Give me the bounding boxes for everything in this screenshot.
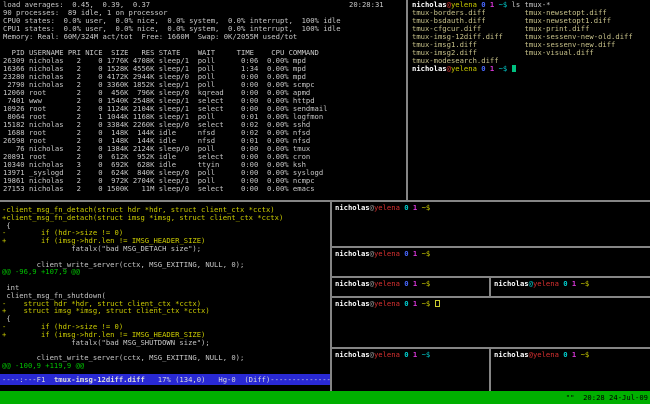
pane-shell-ls[interactable]: nicholas@yelena 0 1 ~$ ls tmux-* tmux-bo… bbox=[409, 0, 650, 201]
pane-top-process-monitor[interactable]: load averages: 0.45, 0.39, 0.3790 proces… bbox=[0, 0, 409, 201]
shell-prompt-line: nicholas@yelena 0 1 ~$ bbox=[335, 351, 490, 359]
pane-shell-5[interactable]: nicholas@yelena 0 1 ~$ bbox=[333, 298, 650, 349]
shell-prompt-line: nicholas@yelena 0 1 ~$ bbox=[494, 351, 650, 359]
pane-border-v4[interactable] bbox=[489, 278, 491, 296]
file-list: tmux-borders.diff tmux-newsetopt.difftmu… bbox=[412, 9, 650, 65]
shell-prompt-line: nicholas@yelena 0 1 ~$ bbox=[335, 300, 650, 308]
pane-shell-6b[interactable]: nicholas@yelena 0 1 ~$ bbox=[492, 349, 650, 393]
pane-shell-2[interactable]: nicholas@yelena 0 1 ~$ bbox=[333, 202, 650, 248]
shell-prompt-line: nicholas@yelena 0 1 ~$ bbox=[335, 204, 650, 212]
tmux-status-bar[interactable]: [0] 0:irssi# 1:todo 2:ncmpc- 3:mutt 4:ss… bbox=[0, 391, 650, 404]
shell-prompt-line: nicholas@yelena 0 1 ~$ bbox=[335, 250, 650, 258]
text-cursor bbox=[512, 65, 516, 72]
pane-shell-4b[interactable]: nicholas@yelena 0 1 ~$ bbox=[492, 278, 650, 298]
pane-editor-diff[interactable]: -client_msg_fn_detach(struct hdr *hdr, s… bbox=[0, 202, 332, 394]
pane-shell-3[interactable]: nicholas@yelena 0 1 ~$ bbox=[333, 248, 650, 278]
pane-border-vertical-top[interactable] bbox=[406, 0, 408, 200]
text-cursor-inactive bbox=[435, 300, 440, 307]
pane-border-v6[interactable] bbox=[489, 349, 491, 391]
shell-prompt-line: nicholas@yelena 0 1 ~$ bbox=[335, 280, 490, 288]
pane-shell-6a[interactable]: nicholas@yelena 0 1 ~$ bbox=[333, 349, 490, 393]
top-clock: 20:28:31 bbox=[349, 1, 384, 9]
status-right-clock: "" 20:28 24-Jul-09 bbox=[566, 391, 648, 404]
editor-buffer: -client_msg_fn_detach(struct hdr *hdr, s… bbox=[2, 206, 332, 370]
tmux-terminal-screen: load averages: 0.45, 0.39, 0.3790 proces… bbox=[0, 0, 650, 404]
pane-shell-4a[interactable]: nicholas@yelena 0 1 ~$ bbox=[333, 278, 490, 298]
shell-prompt-line: nicholas@yelena 0 1 ~$ bbox=[412, 65, 650, 73]
shell-prompt-line: nicholas@yelena 0 1 ~$ bbox=[494, 280, 650, 288]
editor-modeline: ----:---F1 tmux-imsg-12diff.diff 17% (13… bbox=[0, 374, 332, 385]
